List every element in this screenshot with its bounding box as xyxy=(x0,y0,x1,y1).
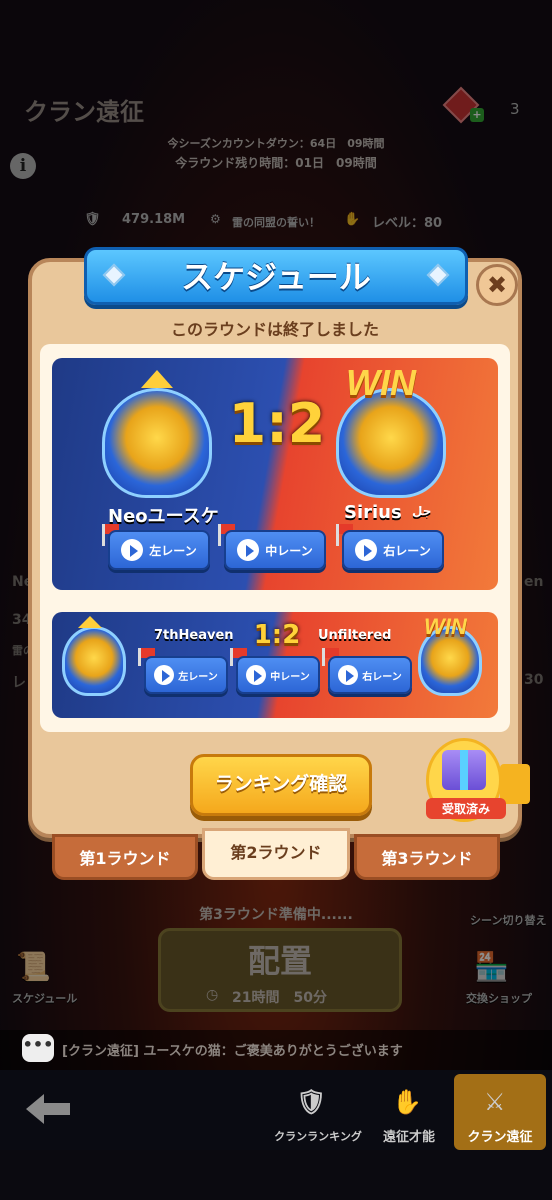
nav-clan-ranking[interactable]: クランランキング xyxy=(272,1128,364,1144)
sub-score: 1:2 xyxy=(253,620,301,650)
flag-icon xyxy=(218,524,235,546)
left-clan-emblem xyxy=(102,388,212,498)
left-clan-emblem xyxy=(62,626,126,696)
right-clan-emblem xyxy=(336,388,446,498)
play-icon xyxy=(338,665,359,685)
lane-label: 右レーン xyxy=(383,543,431,558)
middle-lane-button[interactable]: 中レーン xyxy=(236,656,320,694)
left-lane-button[interactable]: 左レーン xyxy=(144,656,228,694)
close-button[interactable]: ✖ xyxy=(476,264,518,306)
play-icon xyxy=(121,539,144,561)
win-label: WIN xyxy=(424,614,467,639)
play-icon xyxy=(154,665,175,685)
tab-round-2[interactable]: 第2ラウンド xyxy=(202,828,350,880)
play-icon xyxy=(355,539,378,561)
right-lane-button[interactable]: 右レーン xyxy=(328,656,412,694)
win-label: WIN xyxy=(346,362,416,403)
clan-ranking-icon[interactable]: 🛡 xyxy=(296,1088,326,1116)
chat-icon[interactable]: ••• xyxy=(22,1034,54,1062)
gift-icon xyxy=(442,750,486,790)
back-arrow-icon[interactable] xyxy=(24,1092,72,1126)
tab-round-1[interactable]: 第1ラウンド xyxy=(52,834,198,880)
tab-round-3[interactable]: 第3ラウンド xyxy=(354,834,500,880)
ranking-check-button[interactable]: ランキング確認 xyxy=(190,754,372,816)
lane-label: 右レーン xyxy=(362,671,402,683)
gift-ribbon xyxy=(500,764,530,804)
chat-message: [クラン遠征] ユースケの猫：ご褒美ありがとうございます xyxy=(62,1044,403,1059)
right-team-suffix: جل xyxy=(412,504,432,518)
left-team-name: 7thHeaven xyxy=(154,628,234,643)
flag-icon xyxy=(138,648,155,666)
right-team-name: Unfiltered xyxy=(318,628,392,643)
nav-expedition-talent[interactable]: 遠征才能 xyxy=(374,1126,444,1145)
play-icon xyxy=(237,539,260,561)
modal-title: スケジュール xyxy=(181,258,371,296)
round-status: このラウンドは終了しました xyxy=(170,320,379,339)
talent-icon[interactable]: ✋ xyxy=(392,1088,422,1116)
middle-lane-button[interactable]: 中レーン xyxy=(224,530,326,570)
play-icon xyxy=(246,665,267,685)
flag-icon xyxy=(102,524,119,546)
left-team-name: Neoユースケ xyxy=(108,506,219,527)
flag-icon xyxy=(336,524,353,546)
right-team-name: Sirius xyxy=(344,502,402,523)
crown-icon xyxy=(78,616,102,628)
right-lane-button[interactable]: 右レーン xyxy=(342,530,444,570)
lane-label: 中レーン xyxy=(270,671,310,683)
lane-label: 左レーン xyxy=(149,543,197,558)
nav-clan-expedition[interactable]: クラン遠征 xyxy=(456,1126,544,1145)
lane-label: 中レーン xyxy=(265,543,313,558)
gift-claimed-label: 受取済み xyxy=(426,798,506,819)
lane-label: 左レーン xyxy=(178,671,218,683)
main-score: 1:2 xyxy=(228,392,326,455)
flag-icon xyxy=(230,648,247,666)
flag-icon xyxy=(322,648,339,666)
left-lane-button[interactable]: 左レーン xyxy=(108,530,210,570)
swords-icon[interactable]: ⚔ xyxy=(484,1088,506,1116)
crown-icon xyxy=(141,370,173,388)
